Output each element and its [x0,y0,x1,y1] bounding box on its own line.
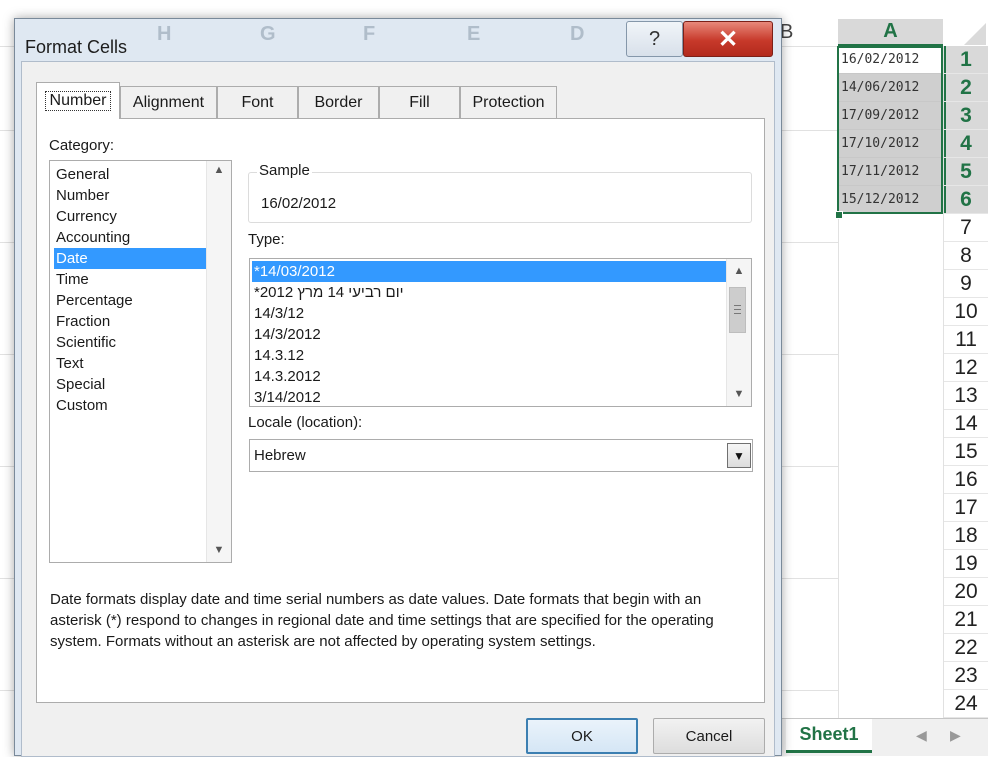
category-item[interactable]: Fraction [54,311,208,332]
sample-value: 16/02/2012 [261,195,337,212]
row-header[interactable]: 9 [944,270,988,298]
row-header[interactable]: 5 [944,158,988,186]
type-label: Type: [248,231,285,248]
row-header[interactable]: 22 [944,634,988,662]
format-cells-dialog: H G F E D Format Cells ? ✕ Number Alignment … [14,18,782,757]
category-item[interactable]: Accounting [54,227,208,248]
category-item[interactable]: Special [54,374,208,395]
row-header[interactable]: 11 [944,326,988,354]
ok-button[interactable]: OK [526,718,638,754]
type-item[interactable]: *14/03/2012 [252,261,728,282]
close-button[interactable]: ✕ [683,21,773,57]
row-header[interactable]: 6 [944,186,988,214]
row-header[interactable]: 16 [944,466,988,494]
tab-number-label: Number [44,91,112,111]
ghost-column-header: E [467,23,481,45]
ghost-column-header: H [157,23,172,45]
category-scrollbar[interactable]: ▲ ▼ [206,161,231,562]
type-item[interactable]: *יום רביעי 14 מרץ 2012 [252,282,728,303]
close-icon: ✕ [717,25,739,53]
type-item[interactable]: 3/14/2012 [252,387,728,408]
locale-dropdown[interactable]: Hebrew ▼ [249,439,753,472]
cell-a6[interactable]: 15/12/2012 [838,186,943,214]
type-scrollbar[interactable]: ▲ ▼ [726,259,751,406]
type-item[interactable]: 14.3.2012 [252,366,728,387]
tab-scroll-right-icon[interactable]: ▶ [950,727,961,744]
category-item[interactable]: Scientific [54,332,208,353]
dialog-title: Format Cells [25,37,128,57]
category-list[interactable]: General Number Currency Accounting Date Time P… [49,160,232,563]
row-header[interactable]: 8 [944,242,988,270]
row-header[interactable]: 7 [944,214,988,242]
row-header[interactable]: 17 [944,494,988,522]
category-item[interactable]: Percentage [54,290,208,311]
tab-border[interactable]: Border [298,86,379,118]
cell-a2[interactable]: 14/06/2012 [838,74,943,102]
type-item[interactable]: 14/3/2012 [252,324,728,345]
sheet-tab-sheet1[interactable]: Sheet1 [786,719,872,753]
category-item[interactable]: Text [54,353,208,374]
sheet-tab-bar: Sheet1 ◀ ▶ [776,718,988,756]
scroll-corner [964,23,986,45]
row-header[interactable]: 23 [944,662,988,690]
row-header[interactable]: 1 [944,46,988,74]
row-header[interactable]: 24 [944,690,988,718]
row-header[interactable]: 12 [944,354,988,382]
tab-alignment[interactable]: Alignment [120,86,217,118]
row-header[interactable]: 21 [944,606,988,634]
format-description: Date formats display date and time seria… [50,591,714,650]
fill-handle[interactable] [835,211,843,219]
chevron-down-icon[interactable]: ▼ [727,443,751,468]
type-item[interactable]: 14/3/12 [252,303,728,324]
type-item[interactable]: 14.3.12 [252,345,728,366]
row-header[interactable]: 3 [944,102,988,130]
cell-a1[interactable]: 16/02/2012 [838,46,943,74]
dialog-client-area: Number Alignment Font Border Fill Protec… [21,61,775,757]
tab-fill[interactable]: Fill [379,86,460,118]
tab-protection[interactable]: Protection [460,86,557,118]
row-header[interactable]: 13 [944,382,988,410]
row-header[interactable]: 20 [944,578,988,606]
category-item[interactable]: Date [54,248,208,269]
row-header[interactable]: 18 [944,522,988,550]
scroll-up-icon[interactable]: ▲ [727,265,751,277]
scroll-down-icon[interactable]: ▼ [727,388,751,400]
tab-number[interactable]: Number [36,82,120,119]
row-header[interactable]: 2 [944,74,988,102]
row-header[interactable]: 4 [944,130,988,158]
column-header-a[interactable]: A [838,19,943,46]
category-item[interactable]: Number [54,185,208,206]
category-label: Category: [49,137,115,154]
column-header-b[interactable]: B [776,19,838,46]
category-item[interactable]: Custom [54,395,208,416]
cell-a4[interactable]: 17/10/2012 [838,130,943,158]
cancel-button[interactable]: Cancel [653,718,765,754]
tab-scroll-left-icon[interactable]: ◀ [916,727,927,744]
type-list[interactable]: *14/03/2012 *יום רביעי 14 מרץ 2012 14/3/12… [249,258,752,407]
category-item[interactable]: Time [54,269,208,290]
row-header[interactable]: 10 [944,298,988,326]
category-item[interactable]: Currency [54,206,208,227]
locale-label: Locale (location): [248,414,363,431]
number-tab-panel: Category: General Number Currency Accountin… [36,118,765,703]
row-header[interactable]: 15 [944,438,988,466]
ghost-column-header: G [260,23,276,45]
locale-value: Hebrew [254,447,306,464]
scroll-up-icon[interactable]: ▲ [207,164,231,176]
ghost-column-header: F [363,23,376,45]
cell-a5[interactable]: 17/11/2012 [838,158,943,186]
tab-font[interactable]: Font [217,86,298,118]
scroll-thumb[interactable] [729,287,746,333]
category-item[interactable]: General [54,164,208,185]
scroll-down-icon[interactable]: ▼ [207,544,231,556]
row-header[interactable]: 19 [944,550,988,578]
cell-a3[interactable]: 17/09/2012 [838,102,943,130]
row-header[interactable]: 14 [944,410,988,438]
sample-label: Sample [257,162,312,179]
ghost-column-header: D [570,23,585,45]
help-button[interactable]: ? [626,21,683,57]
